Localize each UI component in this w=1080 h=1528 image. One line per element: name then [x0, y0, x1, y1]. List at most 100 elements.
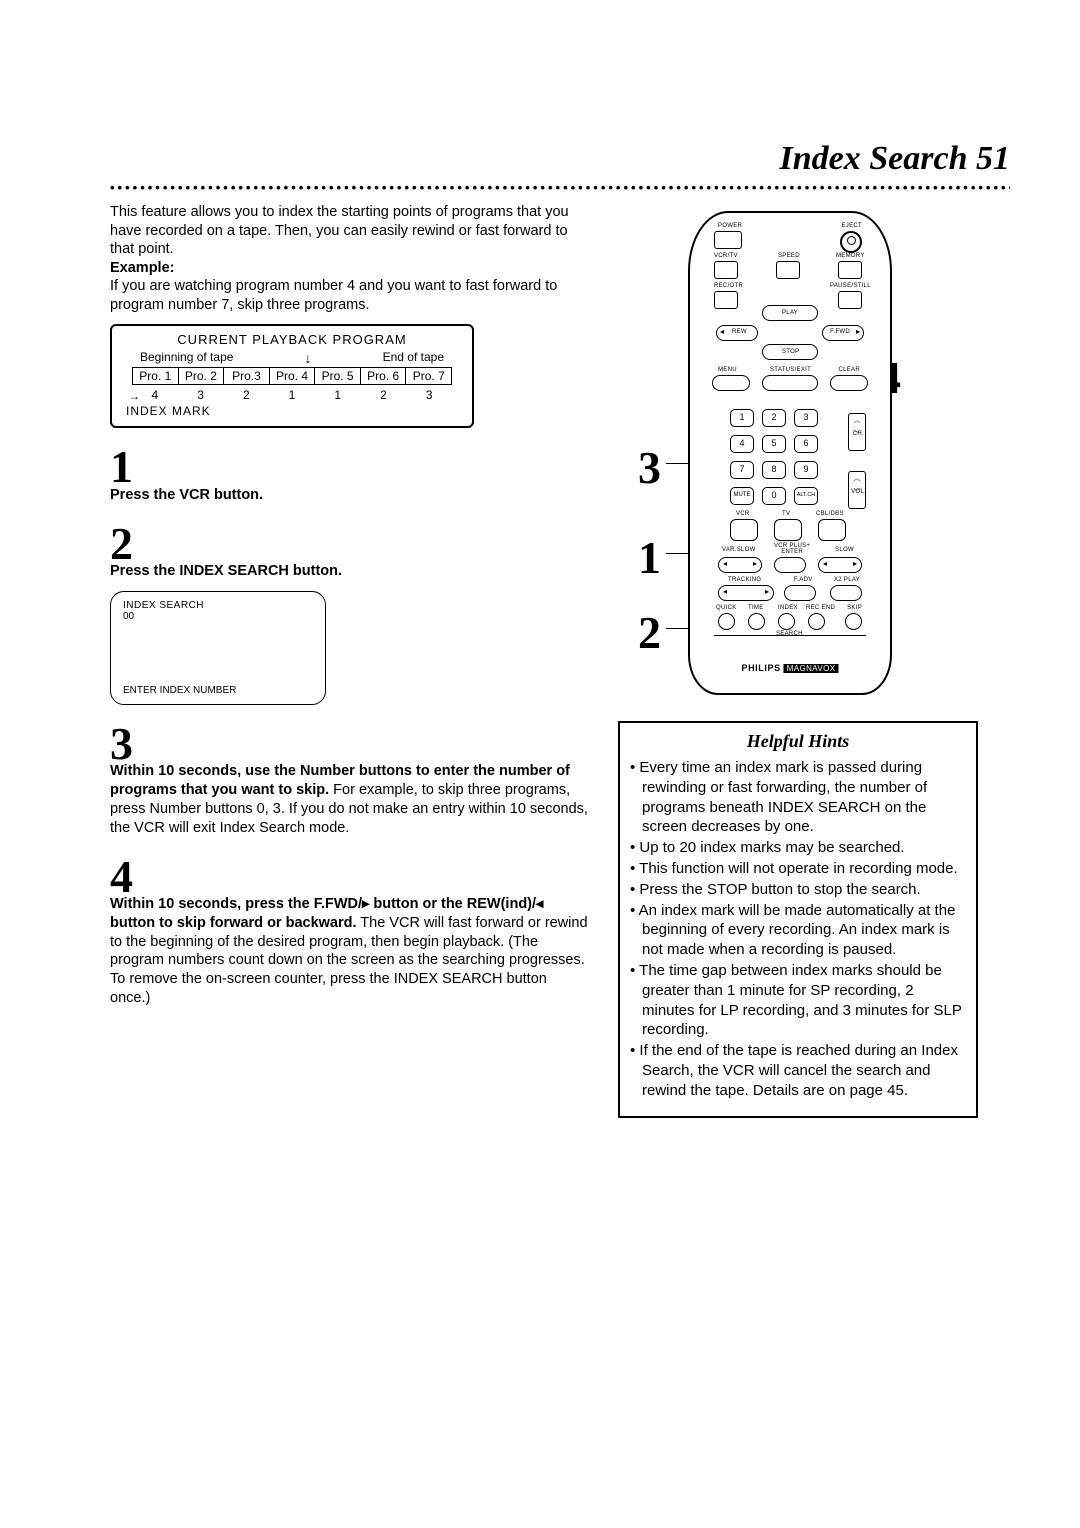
num-0-button[interactable]: 0	[762, 487, 786, 505]
vcrplus-button[interactable]	[774, 557, 806, 573]
hint-item: Press the STOP button to stop the search…	[642, 880, 966, 900]
count-cell: 3	[178, 388, 224, 402]
helpful-hints-box: Helpful Hints Every time an index mark i…	[618, 721, 978, 1118]
clear-label: CLEAR	[838, 367, 860, 373]
num-5-button[interactable]: 5	[762, 435, 786, 453]
slow-button[interactable]: ◂▸	[818, 557, 862, 573]
callout-1: 1	[638, 531, 661, 584]
prog-cell: Pro. 5	[315, 368, 361, 384]
fadv-button[interactable]	[784, 585, 816, 601]
tracking-button[interactable]: ◂▸	[718, 585, 774, 601]
menu-button[interactable]	[712, 375, 750, 391]
num-1-button[interactable]: 1	[730, 409, 754, 427]
varslow-button[interactable]: ◂▸	[718, 557, 762, 573]
index-label: INDEX	[778, 605, 798, 611]
fadv-label: F.ADV	[794, 577, 813, 583]
hint-item: Up to 20 index marks may be searched.	[642, 838, 966, 858]
recend-button[interactable]	[808, 613, 825, 630]
recend-label: REC END	[806, 605, 835, 611]
step-2-text: Press the INDEX SEARCH button.	[110, 562, 590, 581]
stop-button[interactable]	[762, 344, 818, 360]
count-cell: 2	[223, 388, 269, 402]
ffwd-button[interactable]: ▸	[822, 325, 864, 341]
tracking-label: TRACKING	[728, 577, 761, 583]
altch-button[interactable]: ALT.CH	[794, 487, 818, 505]
hint-item: An index mark will be made automatically…	[642, 901, 966, 960]
prog-cell: Pro. 4	[270, 368, 316, 384]
search-label: SEARCH	[776, 631, 803, 637]
recotr-button[interactable]	[714, 291, 738, 309]
intro-text: This feature allows you to index the sta…	[110, 203, 590, 259]
memory-label: MEMORY	[836, 253, 865, 259]
rew-button[interactable]: ◂	[716, 325, 758, 341]
quick-button[interactable]	[718, 613, 735, 630]
diagram-header: CURRENT PLAYBACK PROGRAM	[112, 332, 472, 347]
prog-cell: Pro. 2	[179, 368, 225, 384]
num-9-button[interactable]: 9	[794, 461, 818, 479]
num-3-button[interactable]: 3	[794, 409, 818, 427]
diagram-begin: Beginning of tape	[140, 350, 233, 366]
pause-button[interactable]	[838, 291, 862, 309]
step-3-number: 3	[110, 723, 590, 764]
skip-button[interactable]	[845, 613, 862, 630]
play-button[interactable]	[762, 305, 818, 321]
speed-button[interactable]	[776, 261, 800, 279]
search-line	[714, 635, 866, 636]
num-4-button[interactable]: 4	[730, 435, 754, 453]
num-2-button[interactable]: 2	[762, 409, 786, 427]
tv-label: TV	[782, 511, 790, 517]
cbldbs-label: CBL/DBS	[816, 511, 844, 517]
vol-label: VOL.	[851, 489, 866, 495]
quick-label: QUICK	[716, 605, 737, 611]
osd-prompt: ENTER INDEX NUMBER	[123, 685, 236, 696]
power-label: POWER	[718, 223, 742, 229]
index-search-button[interactable]	[778, 613, 795, 630]
callout-3: 3	[638, 441, 661, 494]
time-button[interactable]	[748, 613, 765, 630]
vcrtv-button[interactable]	[714, 261, 738, 279]
skip-label: SKIP	[847, 605, 862, 611]
right-arrow-icon: →	[128, 389, 140, 403]
tv-button[interactable]	[774, 519, 802, 541]
cbldbs-button[interactable]	[818, 519, 846, 541]
status-label: STATUS/EXIT	[770, 367, 811, 373]
eject-button[interactable]	[840, 231, 862, 253]
ch-label: CH.	[853, 431, 864, 437]
slow-label: SLOW	[835, 547, 854, 553]
varslow-label: VAR.SLOW	[722, 547, 756, 553]
prog-cell: Pro. 1	[133, 368, 179, 384]
num-7-button[interactable]: 7	[730, 461, 754, 479]
step-4-text: Within 10 seconds, press the F.FWD/▸ but…	[110, 895, 590, 1008]
power-button[interactable]	[714, 231, 742, 249]
num-8-button[interactable]: 8	[762, 461, 786, 479]
vcrplus-label: VCR PLUS+ ENTER	[774, 543, 810, 555]
brand: PHILIPSMAGNAVOX	[741, 663, 838, 673]
num-6-button[interactable]: 6	[794, 435, 818, 453]
step-1-text: Press the VCR button.	[110, 486, 590, 505]
memory-button[interactable]	[838, 261, 862, 279]
tape-diagram: CURRENT PLAYBACK PROGRAM Beginning of ta…	[110, 324, 474, 428]
hint-item: The time gap between index marks should …	[642, 961, 966, 1040]
hints-title: Helpful Hints	[630, 731, 966, 752]
osd-value: 00	[123, 611, 313, 622]
mute-button[interactable]: MUTE	[730, 487, 754, 505]
index-mark-label: INDEX MARK	[126, 404, 472, 418]
page-title: Index Search 51	[110, 140, 1010, 178]
hint-item: This function will not operate in record…	[642, 859, 966, 879]
x2-label: X2 PLAY	[834, 577, 860, 583]
step-2-number: 2	[110, 523, 590, 564]
clear-button[interactable]	[830, 375, 868, 391]
step-3-text: Within 10 seconds, use the Number button…	[110, 762, 590, 837]
time-label: TIME	[748, 605, 764, 611]
status-button[interactable]	[762, 375, 818, 391]
count-cell: 2	[361, 388, 407, 402]
diagram-end: End of tape	[383, 350, 444, 366]
prog-cell: Pro.3	[224, 368, 270, 384]
vcr-button[interactable]	[730, 519, 758, 541]
down-arrow-icon: ↓	[305, 350, 312, 366]
count-cell: 1	[315, 388, 361, 402]
recotr-label: REC/OTR	[714, 283, 743, 289]
step-4-number: 4	[110, 856, 590, 897]
step-1-number: 1	[110, 446, 590, 487]
x2-button[interactable]	[830, 585, 862, 601]
